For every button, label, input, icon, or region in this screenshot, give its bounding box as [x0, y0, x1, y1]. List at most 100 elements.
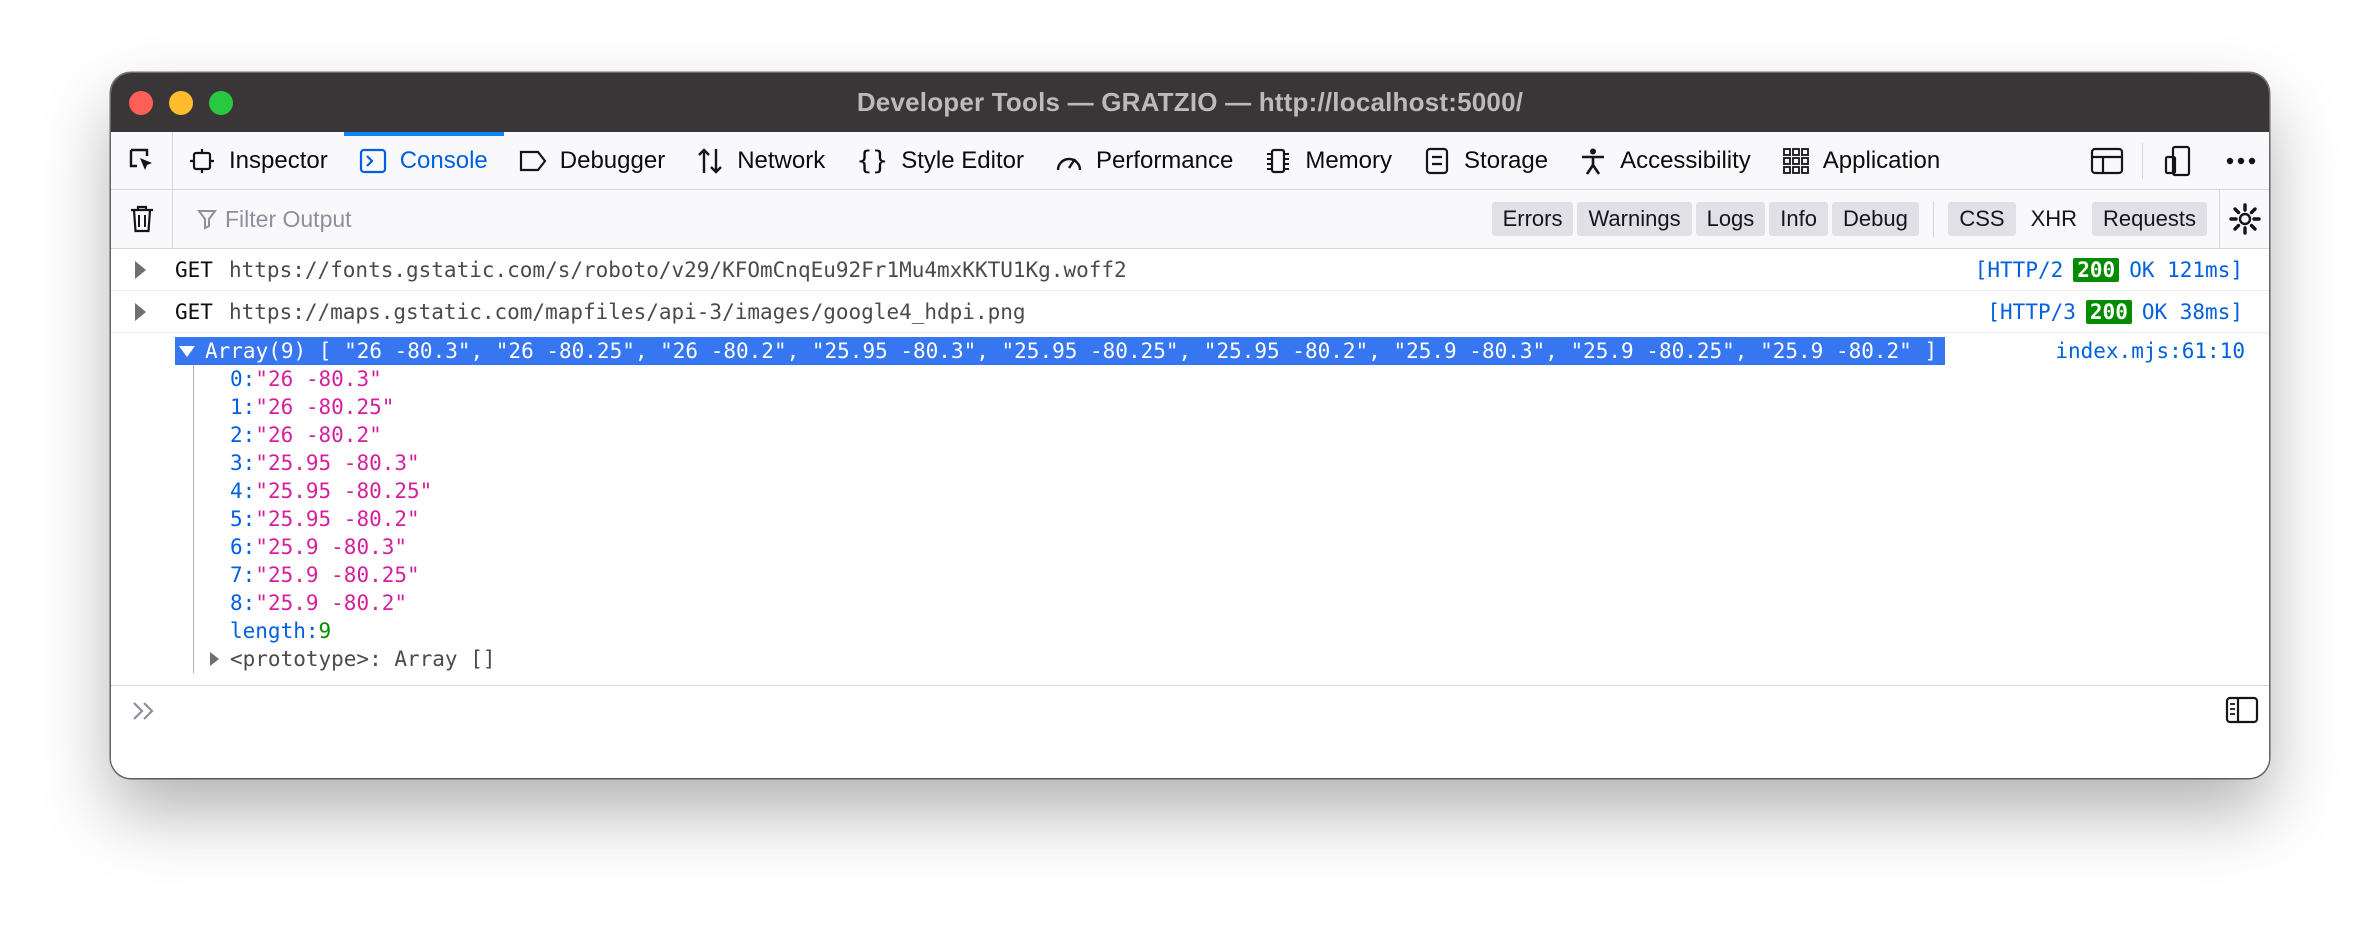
filter-info-button[interactable]: Info: [1769, 202, 1828, 236]
length-value: 9: [318, 619, 332, 643]
tree-prototype[interactable]: <prototype>: Array []: [194, 645, 496, 673]
network-log-row[interactable]: GET https://fonts.gstatic.com/s/roboto/v…: [111, 249, 2269, 291]
expand-triangle-icon[interactable]: [210, 652, 219, 666]
filter-logs-button[interactable]: Logs: [1695, 202, 1766, 236]
filter-warnings-button[interactable]: Warnings: [1577, 202, 1692, 236]
tab-memory[interactable]: Memory: [1249, 132, 1408, 190]
http-protocol: [HTTP/2: [1974, 257, 2064, 282]
item-value: "26 -80.2": [255, 423, 382, 447]
filter-separator: [1932, 201, 1935, 237]
tab-label: Inspector: [229, 146, 328, 174]
request-status: [HTTP/3 200 OK 38ms]: [1987, 299, 2243, 324]
filter-requests-button[interactable]: Requests: [2092, 202, 2207, 236]
responsive-design-mode-button[interactable]: [2143, 132, 2213, 190]
length-key: length:: [230, 619, 319, 643]
tree-item[interactable]: 3: "25.95 -80.3": [194, 449, 496, 477]
tree-item[interactable]: 7: "25.9 -80.25": [194, 561, 496, 589]
tree-length[interactable]: length: 9: [194, 617, 496, 645]
close-window-button[interactable]: [129, 91, 153, 115]
item-value: "25.9 -80.3": [255, 535, 408, 559]
tree-item[interactable]: 6: "25.9 -80.3": [194, 533, 496, 561]
editor-mode-icon[interactable]: [2225, 696, 2259, 724]
item-key: 3:: [230, 451, 256, 475]
tab-console[interactable]: Console: [343, 131, 504, 190]
expand-triangle-icon[interactable]: [135, 260, 146, 279]
status-code-badge: 200: [2073, 257, 2120, 282]
minimize-window-button[interactable]: [169, 91, 193, 115]
request-url[interactable]: https://fonts.gstatic.com/s/roboto/v29/K…: [229, 258, 1127, 282]
split-console-icon: [2090, 147, 2123, 175]
prototype-label: <prototype>: Array []: [230, 647, 496, 671]
item-key: 7:: [230, 563, 256, 587]
tree-item[interactable]: 8: "25.9 -80.2": [194, 589, 496, 617]
tab-label: Debugger: [559, 146, 666, 174]
tree-item[interactable]: 0: "26 -80.3": [194, 365, 496, 393]
performance-icon: [1054, 146, 1084, 176]
tree-item[interactable]: 2: "26 -80.2": [194, 421, 496, 449]
console-input[interactable]: [111, 685, 2269, 778]
tab-label: Application: [1822, 146, 1941, 174]
gear-icon: [2228, 203, 2261, 235]
tab-inspector[interactable]: Inspector: [173, 132, 344, 190]
item-key: 1:: [230, 395, 256, 419]
tab-network[interactable]: Network: [681, 132, 841, 190]
accessibility-icon: [1578, 146, 1608, 176]
tab-label: Memory: [1305, 146, 1393, 174]
title-bar: Developer Tools — GRATZIO — http://local…: [111, 73, 2269, 132]
more-options-button[interactable]: [2213, 132, 2269, 190]
clear-console-button[interactable]: [111, 189, 173, 249]
maximize-window-button[interactable]: [209, 91, 233, 115]
filter-icon: [197, 210, 217, 230]
filter-css-button[interactable]: CSS: [1948, 202, 2016, 236]
array-summary-text: Array(9) [ "26 -80.3", "26 -80.25", "26 …: [205, 339, 1938, 363]
tab-debugger[interactable]: Debugger: [504, 132, 681, 190]
tab-label: Console: [399, 146, 488, 174]
collapse-triangle-icon[interactable]: [179, 345, 195, 357]
debugger-icon: [518, 146, 548, 176]
source-location-link[interactable]: index.mjs:61:10: [2055, 337, 2245, 365]
item-key: 5:: [230, 507, 256, 531]
tree-item[interactable]: 4: "25.95 -80.25": [194, 477, 496, 505]
request-url[interactable]: https://maps.gstatic.com/mapfiles/api-3/…: [229, 300, 1026, 324]
network-log-row[interactable]: GET https://maps.gstatic.com/mapfiles/ap…: [111, 291, 2269, 333]
item-key: 0:: [230, 367, 256, 391]
tab-performance[interactable]: Performance: [1040, 132, 1249, 190]
item-value: "25.95 -80.25": [255, 479, 433, 503]
array-log-summary[interactable]: Array(9) [ "26 -80.3", "26 -80.25", "26 …: [175, 337, 1946, 365]
tab-style-editor[interactable]: {} Style Editor: [841, 132, 1040, 190]
request-method: GET: [175, 299, 213, 324]
item-value: "25.9 -80.25": [255, 563, 420, 587]
tab-accessibility[interactable]: Accessibility: [1564, 132, 1767, 190]
filter-errors-button[interactable]: Errors: [1491, 202, 1574, 236]
memory-icon: [1263, 146, 1293, 176]
tab-label: Accessibility: [1620, 146, 1751, 174]
item-key: 2:: [230, 423, 256, 447]
status-text: OK 38ms]: [2141, 299, 2243, 324]
devtools-tab-bar: Inspector Console Debugger Network {} St…: [111, 131, 2269, 190]
tab-storage[interactable]: Storage: [1408, 132, 1564, 190]
filter-xhr-button[interactable]: XHR: [2020, 202, 2088, 236]
devtools-window: Developer Tools — GRATZIO — http://local…: [111, 73, 2269, 778]
filter-debug-button[interactable]: Debug: [1832, 202, 1919, 236]
inspector-icon: [187, 146, 217, 176]
element-picker-button[interactable]: [111, 131, 173, 190]
request-method: GET: [175, 257, 213, 282]
tab-label: Performance: [1095, 146, 1234, 174]
tree-item[interactable]: 5: "25.95 -80.2": [194, 505, 496, 533]
filter-output-input[interactable]: Filter Output: [173, 206, 1492, 233]
tab-label: Style Editor: [901, 146, 1024, 174]
expand-triangle-icon[interactable]: [135, 302, 146, 321]
item-key: 8:: [230, 591, 256, 615]
console-icon: [358, 146, 388, 176]
prompt-chevron-icon: [133, 702, 154, 720]
toggle-split-console-button[interactable]: [2072, 132, 2142, 190]
console-settings-button[interactable]: [2219, 189, 2269, 249]
tree-item[interactable]: 1: "26 -80.25": [194, 393, 496, 421]
console-filter-bar: Filter Output Errors Warnings Logs Info …: [111, 189, 2269, 249]
more-options-icon: [2226, 157, 2256, 165]
trash-icon: [130, 205, 153, 233]
tab-application[interactable]: Application: [1767, 132, 1956, 190]
item-key: 4:: [230, 479, 256, 503]
item-value: "26 -80.25": [255, 395, 395, 419]
array-object-tree: 0: "26 -80.3" 1: "26 -80.25" 2: "26 -80.…: [193, 365, 496, 673]
